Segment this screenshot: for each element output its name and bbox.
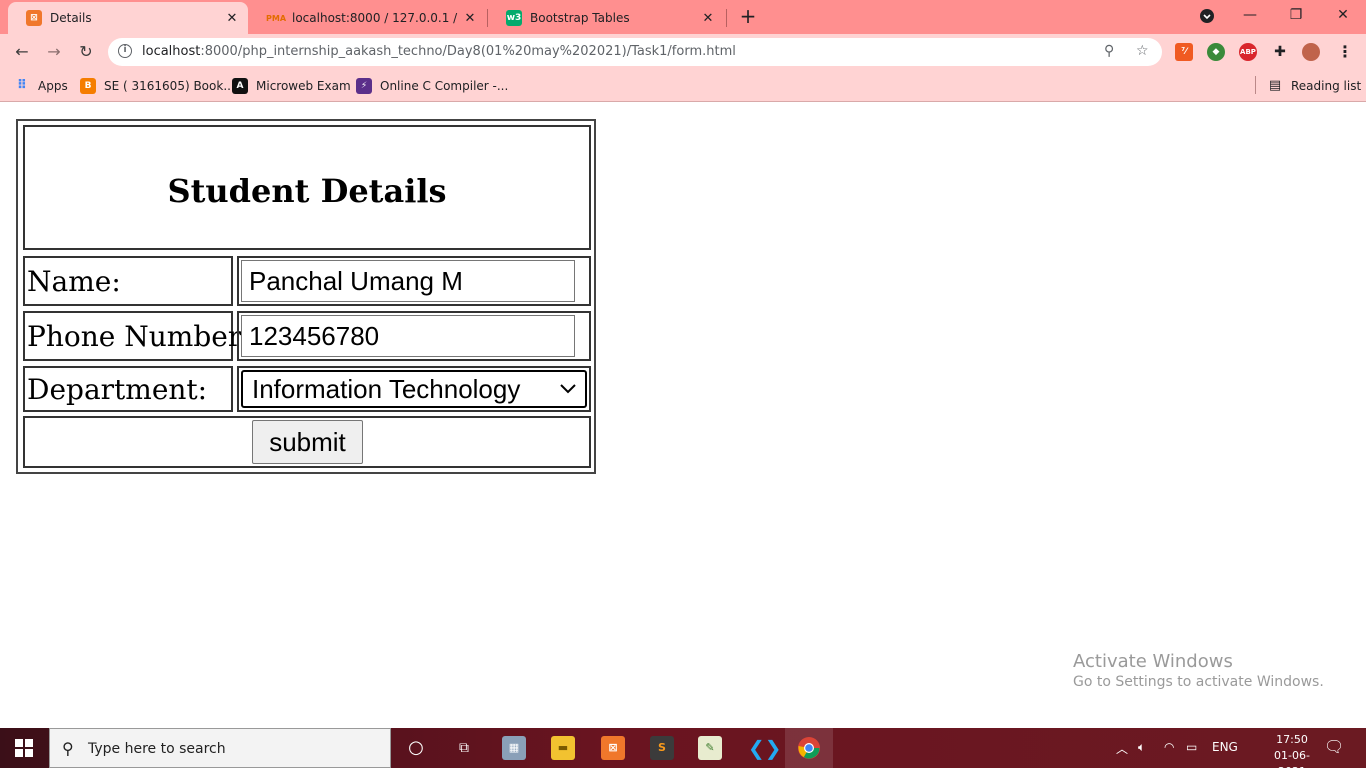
taskbar-search-box[interactable]: ⚲ Type here to search: [49, 728, 391, 768]
zoom-icon[interactable]: ⚲: [1104, 43, 1114, 59]
clock-date: 01-06-2021: [1274, 749, 1310, 778]
chevron-down-icon: [1200, 9, 1214, 23]
browser-toolbar: ← → ↻ i localhost:8000/php_internship_aa…: [0, 34, 1366, 70]
apps-grid-icon: ⠿: [16, 78, 28, 93]
bookmark-online-c[interactable]: ⚡ Online C Compiler -...: [356, 76, 508, 96]
phone-input[interactable]: 123456780: [241, 315, 575, 357]
student-form-table: Student Details Name: Panchal Umang M Ph…: [16, 119, 596, 474]
watermark-subtitle: Go to Settings to activate Windows.: [1073, 674, 1324, 690]
phone-label: Phone Number:: [23, 311, 251, 361]
tray-overflow-icon[interactable]: ︿: [1116, 740, 1128, 757]
url-text[interactable]: localhost:8000/php_internship_aakash_tec…: [142, 44, 736, 59]
search-icon: ⚲: [62, 739, 74, 758]
xampp-favicon-icon: ⊠: [26, 10, 42, 26]
language-indicator[interactable]: ENG: [1212, 740, 1238, 754]
sublime-text-icon[interactable]: S: [650, 736, 674, 760]
bookmark-separator: [1255, 76, 1256, 94]
department-label: Department:: [23, 366, 233, 412]
task-view-icon[interactable]: ⧉: [452, 736, 476, 760]
department-cell: Information Technology: [237, 366, 591, 412]
phpmyadmin-favicon-icon: PMA: [266, 13, 287, 23]
url-path: :8000/php_internship_aakash_techno/Day8(…: [200, 44, 736, 59]
name-label: Name:: [23, 256, 233, 306]
close-window-button[interactable]: ✕: [1320, 0, 1366, 32]
watermark-title: Activate Windows: [1073, 651, 1233, 672]
bookmark-label: SE ( 3161605) Book...: [104, 79, 235, 93]
tab-details[interactable]: ⊠ Details ✕: [8, 2, 248, 34]
bookmark-label: Microweb Exam: [256, 79, 351, 93]
submit-row: submit: [23, 416, 591, 468]
bookmarks-bar: ⠿ Apps B SE ( 3161605) Book... A Microwe…: [0, 70, 1366, 102]
minimize-button[interactable]: —: [1227, 0, 1273, 32]
close-tab-icon[interactable]: ✕: [698, 11, 718, 26]
blogger-icon: B: [80, 78, 96, 94]
tab-title: Bootstrap Tables: [530, 11, 630, 25]
xampp-icon[interactable]: ⊠: [601, 736, 625, 760]
notification-icon[interactable]: 🗨︎: [1324, 737, 1344, 756]
url-host: localhost: [142, 44, 201, 59]
clock-time: 17:50: [1276, 733, 1308, 746]
menu-dots-icon[interactable]: ⋮: [1336, 43, 1354, 61]
extension-icon[interactable]: ◆: [1207, 43, 1225, 61]
tab-bootstrap-tables[interactable]: w3 Bootstrap Tables ✕: [488, 2, 724, 34]
name-cell: Panchal Umang M: [237, 256, 591, 306]
lightning-icon: ⚡: [356, 78, 372, 94]
reading-list-label: Reading list: [1291, 79, 1362, 93]
tab-separator: [726, 9, 727, 27]
taskbar-clock[interactable]: 17:50 01-06-2021: [1262, 732, 1322, 780]
reload-icon[interactable]: ↻: [74, 40, 98, 64]
name-input[interactable]: Panchal Umang M: [241, 260, 575, 302]
avatar[interactable]: [1302, 43, 1320, 61]
chrome-icon: [798, 737, 820, 759]
taskbar: ⚲ Type here to search ○ ⧉ ▦ ▬ ⊠ S ✎ ❮❯ ︿…: [0, 728, 1366, 778]
new-tab-button[interactable]: +: [737, 5, 759, 27]
activate-windows-watermark: Activate Windows Go to Settings to activ…: [1073, 651, 1324, 690]
phone-cell: 123456780: [237, 311, 591, 361]
department-select[interactable]: Information Technology: [241, 370, 587, 408]
tab-title: localhost:8000 / 127.0.0.1 / php_i: [292, 11, 460, 25]
cortana-icon[interactable]: ○: [404, 736, 428, 760]
site-info-icon[interactable]: i: [118, 44, 132, 58]
form-heading: Student Details: [23, 125, 591, 250]
start-button[interactable]: [0, 728, 48, 768]
extension-icon[interactable]: ⁷⁄: [1175, 43, 1193, 61]
tab-title: Details: [50, 11, 92, 25]
tab-strip: ⊠ Details ✕ PMA localhost:8000 / 127.0.0…: [0, 0, 1366, 34]
tab-phpmyadmin[interactable]: PMA localhost:8000 / 127.0.0.1 / php_i ✕: [250, 2, 486, 34]
network-app-icon[interactable]: ▦: [502, 736, 526, 760]
w3schools-favicon-icon: w3: [506, 10, 522, 26]
department-selected-value: Information Technology: [252, 374, 521, 404]
reading-list-button[interactable]: ▤ Reading list: [1267, 76, 1361, 96]
bookmark-apps[interactable]: ⠿ Apps: [14, 76, 68, 96]
bookmark-star-icon[interactable]: ☆: [1136, 43, 1149, 59]
battery-icon[interactable]: ▭: [1186, 740, 1197, 754]
volume-icon[interactable]: 🔈︎: [1138, 740, 1145, 755]
bookmark-se-book[interactable]: B SE ( 3161605) Book...: [80, 76, 235, 96]
wifi-icon[interactable]: ◠: [1164, 740, 1174, 754]
search-placeholder: Type here to search: [88, 741, 226, 757]
bookmark-label: Online C Compiler -...: [380, 79, 509, 93]
restore-button[interactable]: ❐: [1273, 0, 1319, 32]
chevron-down-icon: [560, 384, 576, 394]
tab-search-button[interactable]: [1184, 0, 1230, 32]
angular-icon: A: [232, 78, 248, 94]
file-explorer-icon[interactable]: ▬: [551, 736, 575, 760]
address-bar[interactable]: i localhost:8000/php_internship_aakash_t…: [108, 38, 1162, 66]
windows-logo-icon: [15, 739, 33, 757]
puzzle-icon[interactable]: ✚: [1271, 43, 1289, 61]
submit-button[interactable]: submit: [252, 420, 363, 464]
reading-list-icon: ▤: [1268, 78, 1282, 93]
chrome-taskbar-button[interactable]: [785, 728, 833, 768]
bookmark-label: Apps: [38, 79, 68, 93]
close-tab-icon[interactable]: ✕: [222, 11, 242, 26]
adblock-icon[interactable]: ABP: [1239, 43, 1257, 61]
notepad-plus-icon[interactable]: ✎: [698, 736, 722, 760]
forward-arrow-icon[interactable]: →: [42, 40, 66, 64]
close-tab-icon[interactable]: ✕: [460, 11, 480, 26]
vscode-icon[interactable]: ❮❯: [748, 736, 782, 760]
back-arrow-icon[interactable]: ←: [10, 40, 34, 64]
bookmark-microweb[interactable]: A Microweb Exam: [232, 76, 351, 96]
